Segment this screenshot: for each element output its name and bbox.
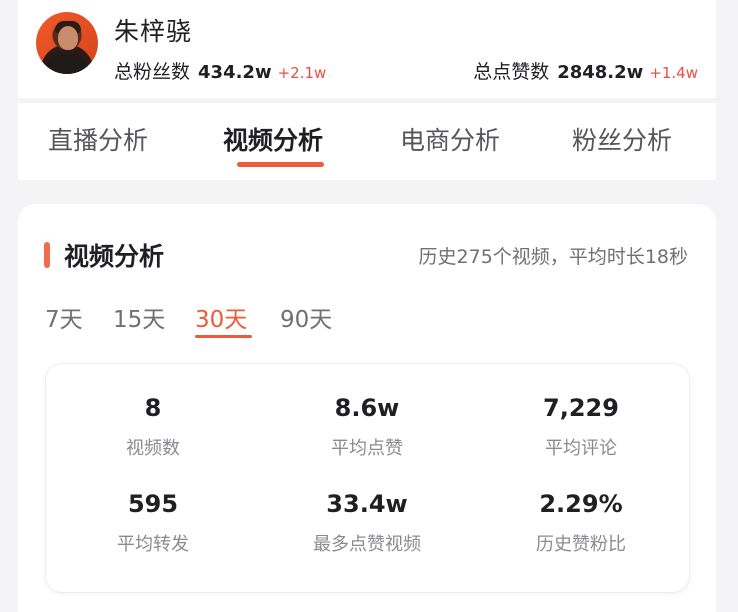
section-accent-bar <box>44 242 50 268</box>
tab-fans-analysis[interactable]: 粉丝分析 <box>572 121 672 157</box>
total-likes-label: 总点赞数 <box>473 61 550 83</box>
total-likes-value: 2848.2w <box>557 62 644 83</box>
section-summary: 历史275个视频，平均时长18秒 <box>418 246 688 268</box>
stat-value: 7,229 <box>543 394 619 422</box>
total-fans-stat: 总粉丝数 434.2w +2.1w <box>114 57 326 83</box>
stat-value: 8.6w <box>334 394 400 422</box>
profile-header: 朱梓骁 总粉丝数 434.2w +2.1w 总点赞数 2848.2w +1.4w <box>18 0 716 98</box>
video-stats-card: 8 视频数 8.6w 平均点赞 7,229 平均评论 595 平均转发 33.4… <box>46 364 689 592</box>
stat-label: 平均评论 <box>545 438 617 459</box>
range-15-days[interactable]: 15天 <box>113 300 165 334</box>
stat-label: 视频数 <box>126 438 180 459</box>
tab-live-analysis[interactable]: 直播分析 <box>48 121 148 157</box>
avatar-body <box>44 54 90 74</box>
active-range-indicator <box>195 335 252 338</box>
video-analysis-panel: 视频分析 历史275个视频，平均时长18秒 7天 15天 30天 90天 8 视… <box>18 204 716 612</box>
stat-label: 最多点赞视频 <box>313 534 421 555</box>
tab-video-analysis[interactable]: 视频分析 <box>223 121 323 157</box>
section-title: 视频分析 <box>64 242 165 271</box>
stat-value: 33.4w <box>326 490 408 518</box>
stat-like-fan-ratio: 2.29% 历史赞粉比 <box>474 490 688 556</box>
tab-ecommerce-analysis[interactable]: 电商分析 <box>400 121 500 157</box>
total-fans-value: 434.2w <box>198 62 272 83</box>
stat-avg-shares: 595 平均转发 <box>46 490 260 556</box>
total-fans-delta: +2.1w <box>277 64 327 82</box>
avatar[interactable] <box>36 12 98 74</box>
stat-value: 595 <box>127 490 179 518</box>
range-7-days[interactable]: 7天 <box>45 300 83 334</box>
stat-value: 2.29% <box>539 490 623 518</box>
stat-value: 8 <box>144 394 162 422</box>
total-fans-label: 总粉丝数 <box>114 61 191 83</box>
stat-label: 平均转发 <box>117 534 189 555</box>
range-30-days[interactable]: 30天 <box>195 300 247 334</box>
stat-label: 平均点赞 <box>331 438 403 459</box>
stat-avg-likes: 8.6w 平均点赞 <box>260 394 474 460</box>
stat-label: 历史赞粉比 <box>536 534 626 555</box>
total-likes-stat: 总点赞数 2848.2w +1.4w <box>473 57 698 83</box>
range-90-days[interactable]: 90天 <box>280 300 332 334</box>
avatar-face <box>58 26 78 50</box>
stat-avg-comments: 7,229 平均评论 <box>474 394 688 460</box>
user-name: 朱梓骁 <box>114 17 193 46</box>
stat-max-likes-video[interactable]: 33.4w 最多点赞视频 <box>260 490 474 556</box>
stat-video-count: 8 视频数 <box>46 394 260 460</box>
active-tab-indicator <box>237 162 324 167</box>
analysis-tabs: 直播分析 视频分析 电商分析 粉丝分析 <box>18 103 716 180</box>
total-likes-delta: +1.4w <box>649 64 698 82</box>
